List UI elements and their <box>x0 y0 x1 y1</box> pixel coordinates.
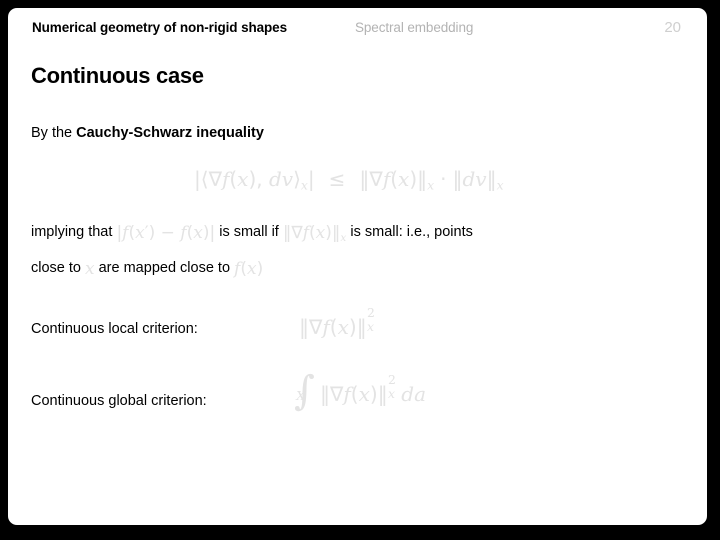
implying-mid-text: is small if <box>215 224 283 240</box>
slide-surface: Numerical geometry of non-rigid shapes S… <box>8 8 707 525</box>
global-criterion-formula: ∫ X ‖∇f(x)‖ 2 x da <box>294 368 427 415</box>
local-criterion-formula-math: ‖∇f(x)‖ 2 x <box>299 305 375 339</box>
global-criterion-formula-math: ∫ X ‖∇f(x)‖ 2 x da <box>294 368 427 415</box>
gradient-norm-formula: ‖∇f(x)‖x <box>282 223 347 244</box>
difference-formula: |f(x′) − f(x)| <box>116 223 216 243</box>
slide-header: Numerical geometry of non-rigid shapes S… <box>8 19 707 46</box>
implying-prefix-text: implying that <box>31 224 117 240</box>
cauchy-schwarz-line: By the Cauchy-Schwarz inequality <box>31 126 264 141</box>
header-topic: Spectral embedding <box>355 20 474 35</box>
page-title: Continuous case <box>31 63 204 88</box>
global-criterion-label: Continuous global criterion: <box>31 393 207 409</box>
implying-line: implying that |f(x′) − f(x)| is small if… <box>31 223 473 244</box>
page-number: 20 <box>664 19 681 36</box>
local-criterion-formula: ‖∇f(x)‖ 2 x <box>299 305 380 340</box>
implying-suffix-text: is small: i.e., points <box>346 224 473 240</box>
closeto-prefix-text: close to <box>31 260 85 276</box>
closeto-line: close to x are mapped close to f(x) <box>31 259 264 279</box>
header-course-title: Numerical geometry of non-rigid shapes <box>32 20 288 35</box>
cauchy-prefix-text: By the <box>31 125 77 141</box>
cauchy-schwarz-term: Cauchy-Schwarz inequality <box>76 125 264 141</box>
local-criterion-label: Continuous local criterion: <box>31 321 198 337</box>
cauchy-schwarz-formula: |⟨∇f(x), dv⟩x| ≤ ‖∇f(x)‖x · ‖dv‖x <box>194 167 504 192</box>
cauchy-schwarz-formula-math: |⟨∇f(x), dv⟩x| ≤ ‖∇f(x)‖x · ‖dv‖x <box>194 167 504 193</box>
slide-frame: Numerical geometry of non-rigid shapes S… <box>0 0 720 540</box>
closeto-mid-text: are mapped close to <box>94 260 235 276</box>
point-x-formula: x <box>85 259 95 279</box>
map-fx-formula: f(x) <box>234 259 264 279</box>
